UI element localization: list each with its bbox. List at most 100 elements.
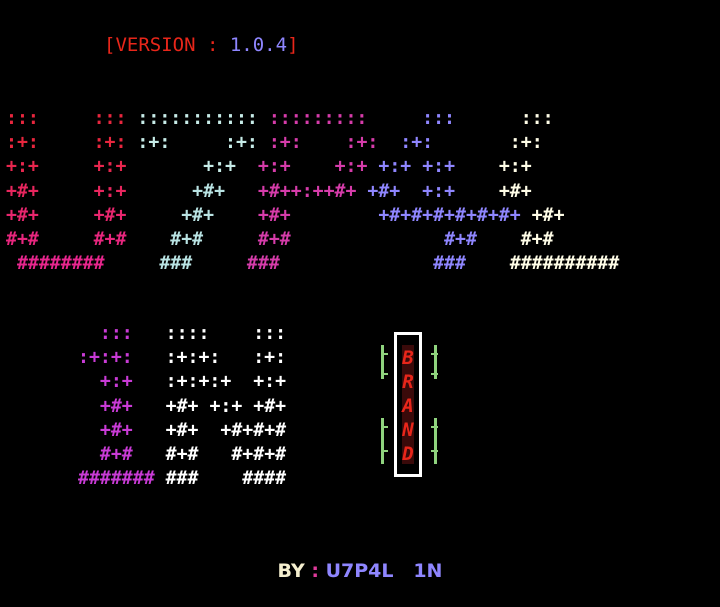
ascii-glyph-run: :+: (6, 132, 39, 154)
ascii-gap (400, 181, 422, 202)
ascii-gap (126, 181, 192, 202)
ascii-gap (155, 468, 166, 489)
ascii-glyph-run: :+:+:+ (165, 371, 232, 393)
ascii-gap (78, 396, 100, 417)
ascii-glyph-run: :+: (345, 132, 379, 154)
ascii-glyph-run: +:+ (209, 395, 243, 417)
ascii-gap (39, 108, 94, 129)
ascii-glyph-run: :+: (253, 347, 287, 369)
ascii-gap (6, 253, 17, 274)
ascii-glyph-run: +:+ (99, 371, 133, 393)
ascii-logo-top: ::: ::: ::::::::::: ::::::::: ::: ::: :+… (6, 107, 619, 276)
ascii-glyph-run: #+# (444, 229, 477, 251)
ascii-glyph-run: ::: (6, 108, 39, 129)
version-close-bracket: ] (287, 34, 299, 56)
ascii-glyph-run: ########## (509, 253, 620, 275)
ascii-gap (455, 108, 521, 129)
ascii-glyph-run: +#+ (531, 204, 565, 226)
ascii-glyph-run: ### (246, 253, 280, 275)
ascii-gap (126, 132, 137, 153)
ascii-glyph-run: +#+ (93, 204, 127, 226)
ascii-glyph-run: +:+ (93, 180, 127, 202)
ascii-gap (209, 323, 253, 344)
right-bracket-lower (434, 418, 437, 464)
ascii-glyph-run: ######## (16, 253, 105, 275)
version-separator: : (195, 34, 230, 56)
ascii-glyph-run: +#+ (192, 180, 226, 202)
ascii-glyph-run: :+: (93, 132, 127, 154)
brand-letter: A (402, 395, 414, 417)
ascii-gap (521, 205, 532, 226)
ascii-gap (356, 181, 367, 202)
ascii-gap (39, 181, 94, 202)
ascii-glyph-run: +#++:++#+ (257, 180, 357, 202)
ascii-gap (258, 132, 269, 153)
ascii-gap (133, 347, 166, 368)
byline-suffix: 1N (413, 560, 443, 582)
byline-separator: : (304, 560, 326, 582)
ascii-gap (203, 229, 258, 250)
ascii-glyph-run: :+: (225, 132, 258, 154)
ascii-glyph-run: ### (165, 468, 199, 490)
brand-letter: R (402, 371, 414, 393)
ascii-glyph-run: +:+ (334, 156, 368, 178)
ascii-glyph-run: #+# (93, 229, 127, 251)
version-open-bracket: [ (104, 34, 116, 56)
ascii-gap (133, 371, 166, 392)
ascii-gap (78, 420, 100, 441)
right-bracket-lower-tick-top (431, 426, 438, 428)
ascii-glyph-run: #### (242, 468, 287, 490)
ascii-gap (192, 253, 247, 274)
ascii-gap (291, 205, 379, 226)
ascii-gap (198, 444, 231, 465)
ascii-glyph-run: +:+ (203, 156, 236, 178)
ascii-glyph-run: #+# (165, 444, 199, 466)
ascii-glyph-run: #+# (520, 229, 554, 251)
ascii-gap (455, 181, 499, 202)
ascii-gap (39, 132, 94, 153)
ascii-glyph-run: ::: (93, 108, 127, 129)
ascii-gap (78, 444, 100, 465)
left-bracket-lower-tick-bottom (381, 450, 388, 452)
brand-letter: D (402, 443, 414, 465)
brand-letter: N (402, 419, 414, 441)
ascii-logo-bottom: ::: :::: ::: :+:+: :+:+: :+: +:+ :+:+:+ … (78, 322, 286, 491)
ascii-glyph-run: +:+ (498, 156, 532, 178)
ascii-glyph-run: +:+ (422, 180, 456, 202)
ascii-glyph-run: #+#+# (231, 444, 287, 466)
ascii-gap (477, 229, 521, 250)
brand-badge: B R A N D (394, 332, 422, 477)
ascii-gap (39, 156, 94, 177)
ascii-glyph-run: +:+ (378, 156, 412, 178)
ascii-glyph-run: +#+ (6, 204, 39, 226)
ascii-glyph-run: :+: (268, 132, 302, 154)
ascii-glyph-run: +:+ (93, 156, 127, 178)
ascii-gap (280, 253, 433, 274)
brand-badge-inner: B R A N D (402, 345, 414, 465)
ascii-gap (455, 156, 499, 177)
ascii-glyph-run: :+:+: (78, 347, 133, 369)
ascii-glyph-run: +#+ (253, 395, 287, 417)
ascii-glyph-run: ::: (520, 108, 554, 129)
version-number: 1.0.4 (229, 34, 288, 56)
ascii-gap (411, 156, 422, 177)
left-bracket-upper-tick-bottom (381, 373, 388, 375)
ascii-gap (198, 396, 209, 417)
ascii-gap (126, 229, 170, 250)
ascii-gap (258, 108, 269, 129)
ascii-gap (105, 253, 160, 274)
ascii-glyph-run: ::::::::: (268, 108, 368, 129)
ascii-gap (39, 229, 94, 250)
ascii-gap (236, 156, 258, 177)
ascii-glyph-run: ::: (422, 108, 455, 129)
ascii-gap (466, 253, 510, 274)
ascii-glyph-run: +:+ (422, 156, 456, 178)
ascii-glyph-run: #+# (6, 229, 39, 251)
ascii-gap (367, 156, 378, 177)
ascii-gap (367, 108, 422, 129)
ascii-glyph-run: +#+#+# (220, 419, 287, 441)
ascii-gap (133, 323, 166, 344)
ascii-glyph-run: :+:+: (165, 347, 221, 369)
brand-letter: B (402, 347, 414, 369)
byline-by: BY (277, 560, 305, 582)
